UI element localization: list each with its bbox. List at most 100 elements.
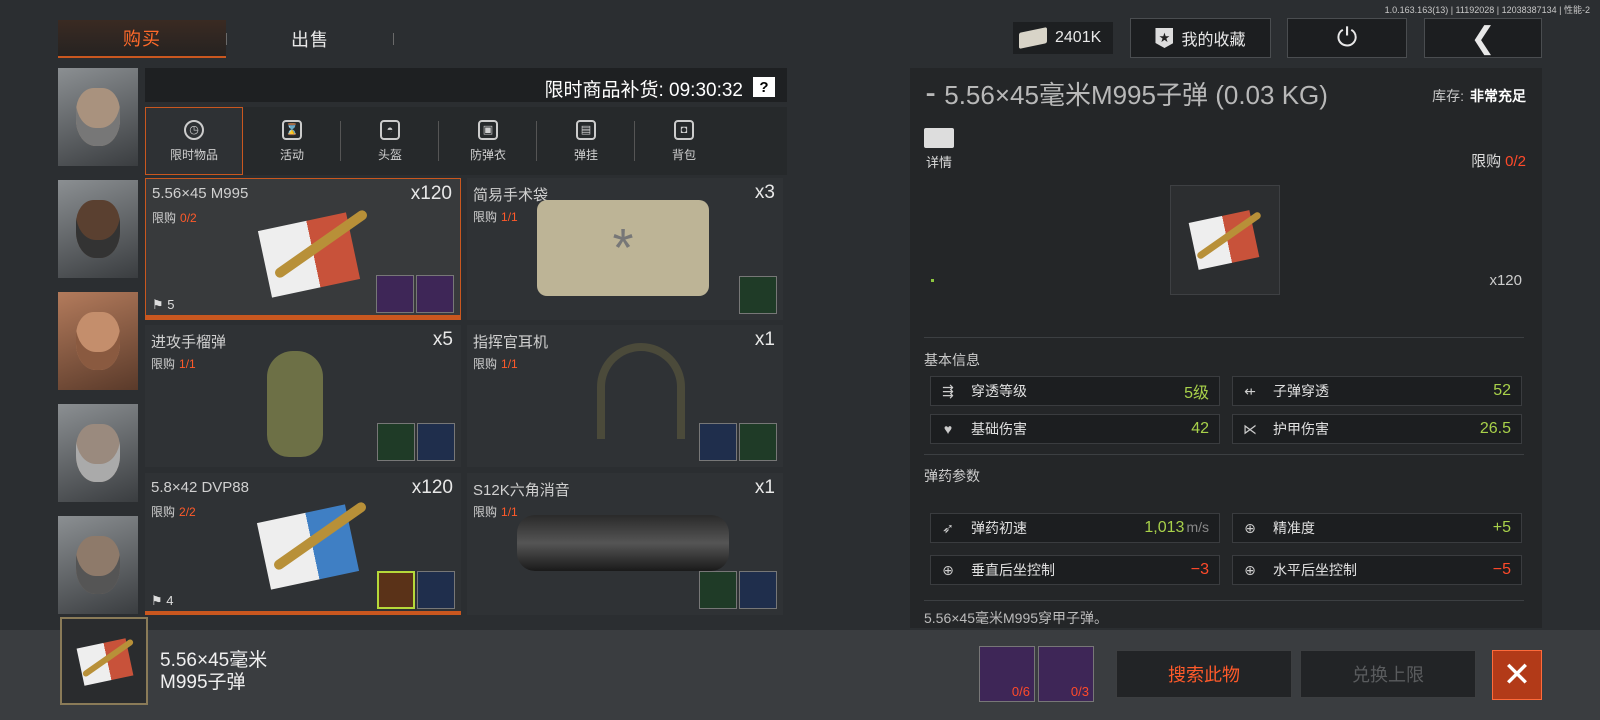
indicator-dot <box>931 279 934 282</box>
category-label: 背包 <box>671 147 696 162</box>
tab-buy[interactable]: 购买 <box>58 20 226 58</box>
tape-icon <box>739 571 777 609</box>
item-stock-count: ⚑ 5 <box>152 297 175 312</box>
item-detail-panel: ⁃ 5.56×45毫米M995子弹 (0.03 KG) 库存: 非常充足 详情 限… <box>910 68 1542 628</box>
trader-portrait[interactable] <box>58 516 138 614</box>
item-description: 5.56×45毫米M995穿甲子弹。 <box>924 610 1109 626</box>
bottle-icon <box>699 423 737 461</box>
item-card-m995[interactable]: 5.56×45 M995 x120 限购 0/2 ⚑ 5 <box>145 178 461 320</box>
trader-portrait[interactable] <box>58 180 138 278</box>
suppressor-image <box>517 515 729 571</box>
clock-icon: ◷ <box>184 119 204 140</box>
category-label: 防弹衣 <box>469 147 506 162</box>
item-name: 进攻手榴弹 <box>151 334 227 351</box>
detail-title: ⁃ 5.56×45毫米M995子弹 (0.03 KG) <box>924 80 1328 110</box>
selected-item-name: 5.56×45毫米 M995子弹 <box>160 650 268 693</box>
stat-accuracy: ⊕ 精准度 +5 <box>1232 513 1522 543</box>
help-button[interactable]: ? <box>753 77 775 97</box>
item-name: 5.8×42 DVP88 <box>151 479 249 496</box>
item-limit: 限购 1/1 <box>151 357 196 371</box>
ration-icon <box>739 423 777 461</box>
category-label: 头盔 <box>377 147 402 162</box>
item-card-grenade[interactable]: 进攻手榴弹 x5 限购 1/1 <box>145 325 461 467</box>
item-limit: 限购 1/1 <box>473 505 518 519</box>
tab-sell[interactable]: 出售 <box>226 20 394 58</box>
item-quantity: x5 <box>432 329 453 350</box>
stat-muzzle-velocity: ➶ 弹药初速 1,013 m/s <box>930 513 1220 543</box>
item-card-suppressor[interactable]: S12K六角消音 x1 限购 1/1 <box>467 473 783 615</box>
crosshair-icon: ⊕ <box>1244 519 1256 536</box>
tab-divider <box>393 33 394 45</box>
restock-timer: 限时商品补货: 09:30:32 <box>544 80 743 101</box>
stat-penetration-level: ⇶ 穿透等级 5级 <box>930 376 1220 406</box>
stat-horizontal-recoil: ⊕ 水平后坐控制 −5 <box>1232 555 1522 585</box>
item-card-surgical-kit[interactable]: 简易手术袋 x3 限购 1/1 * <box>467 178 783 320</box>
search-item-button[interactable]: 搜索此物 <box>1116 650 1292 698</box>
tab-event[interactable]: ⌛ 活动 <box>243 107 341 175</box>
item-stock-count: ⚑ 4 <box>151 593 174 608</box>
trader-portraits <box>58 68 138 628</box>
document-icon <box>417 423 455 461</box>
power-button[interactable]: ⏻ <box>1287 18 1407 58</box>
detail-quantity: x120 <box>1489 272 1522 289</box>
glasses-icon <box>416 275 454 313</box>
tab-backpack[interactable]: ◘ 背包 <box>635 107 733 175</box>
item-quantity: x120 <box>411 477 453 498</box>
category-tabs: ◷ 限时物品 ⌛ 活动 ◓ 头盔 ▣ 防弹衣 ▤ 弹挂 ◘ 背包 <box>145 107 787 175</box>
material-glasses[interactable]: 0/3 <box>1038 646 1094 702</box>
vertical-recoil-icon: ⊕ <box>942 561 954 578</box>
stat-base-damage: ♥ 基础伤害 42 <box>930 414 1220 444</box>
tab-rig[interactable]: ▤ 弹挂 <box>537 107 635 175</box>
item-limit: 限购 1/1 <box>473 210 518 224</box>
exchange-limit-button[interactable]: 兑换上限 <box>1300 650 1476 698</box>
back-arrow-icon: ❮ <box>1470 21 1496 55</box>
details-button[interactable]: 详情 <box>924 128 954 171</box>
stock-status: 库存: 非常充足 <box>1432 88 1526 104</box>
pocket-watch-icon <box>376 275 414 313</box>
velocity-icon: ➶ <box>942 519 954 536</box>
broken-heart-icon: ♥ <box>943 421 953 437</box>
item-name: 简易手术袋 <box>473 187 549 204</box>
item-card-dvp88[interactable]: 5.8×42 DVP88 x120 限购 2/2 ⚑ 4 <box>145 473 461 615</box>
progress-bar <box>145 611 461 615</box>
category-label: 限时物品 <box>169 147 218 162</box>
trader-portrait[interactable] <box>58 292 138 390</box>
helmet-icon: ◓ <box>380 119 400 140</box>
tab-helmet[interactable]: ◓ 头盔 <box>341 107 439 175</box>
star-icon: ★ <box>1155 28 1174 48</box>
purchase-limit: 限购 0/2 <box>1471 153 1526 170</box>
trader-portrait[interactable] <box>58 68 138 166</box>
item-name: S12K六角消音 <box>473 482 570 499</box>
bullet-penetration-icon: ⇷ <box>1244 382 1256 399</box>
tab-vest[interactable]: ▣ 防弹衣 <box>439 107 537 175</box>
surgical-kit-image: * <box>537 200 709 296</box>
currency-display: 2401K <box>1013 22 1113 54</box>
favorites-button[interactable]: ★ 我的收藏 <box>1130 18 1271 58</box>
close-button[interactable]: ✕ <box>1492 650 1542 700</box>
vest-icon: ▣ <box>478 119 498 140</box>
penetration-icon: ⇶ <box>942 382 954 399</box>
cash-icon <box>1019 27 1047 49</box>
horizontal-recoil-icon: ⊕ <box>1244 561 1256 578</box>
item-quantity: x120 <box>410 183 452 204</box>
basic-info-title: 基本信息 <box>924 352 980 368</box>
item-name: 指挥官耳机 <box>473 334 549 351</box>
armor-damage-icon: ⋉ <box>1243 420 1257 437</box>
item-limit: 限购 2/2 <box>151 505 196 519</box>
item-quantity: x1 <box>754 477 775 498</box>
category-label: 活动 <box>279 147 304 162</box>
item-quantity: x1 <box>754 329 775 350</box>
item-quantity: x3 <box>754 182 775 203</box>
back-button[interactable]: ❮ <box>1424 18 1542 58</box>
item-card-headset[interactable]: 指挥官耳机 x1 限购 1/1 <box>467 325 783 467</box>
headset-image <box>597 343 685 439</box>
favorites-label: 我的收藏 <box>1181 32 1246 49</box>
restock-bar: 限时商品补货: 09:30:32 ? <box>145 68 787 102</box>
grenade-image <box>267 351 323 457</box>
material-pocket-watch[interactable]: 0/6 <box>979 646 1035 702</box>
detail-item-image <box>1170 185 1280 295</box>
trader-portrait[interactable] <box>58 404 138 502</box>
tab-limited-items[interactable]: ◷ 限时物品 <box>145 107 243 175</box>
backpack-icon: ◘ <box>674 119 694 140</box>
details-icon <box>924 128 954 148</box>
